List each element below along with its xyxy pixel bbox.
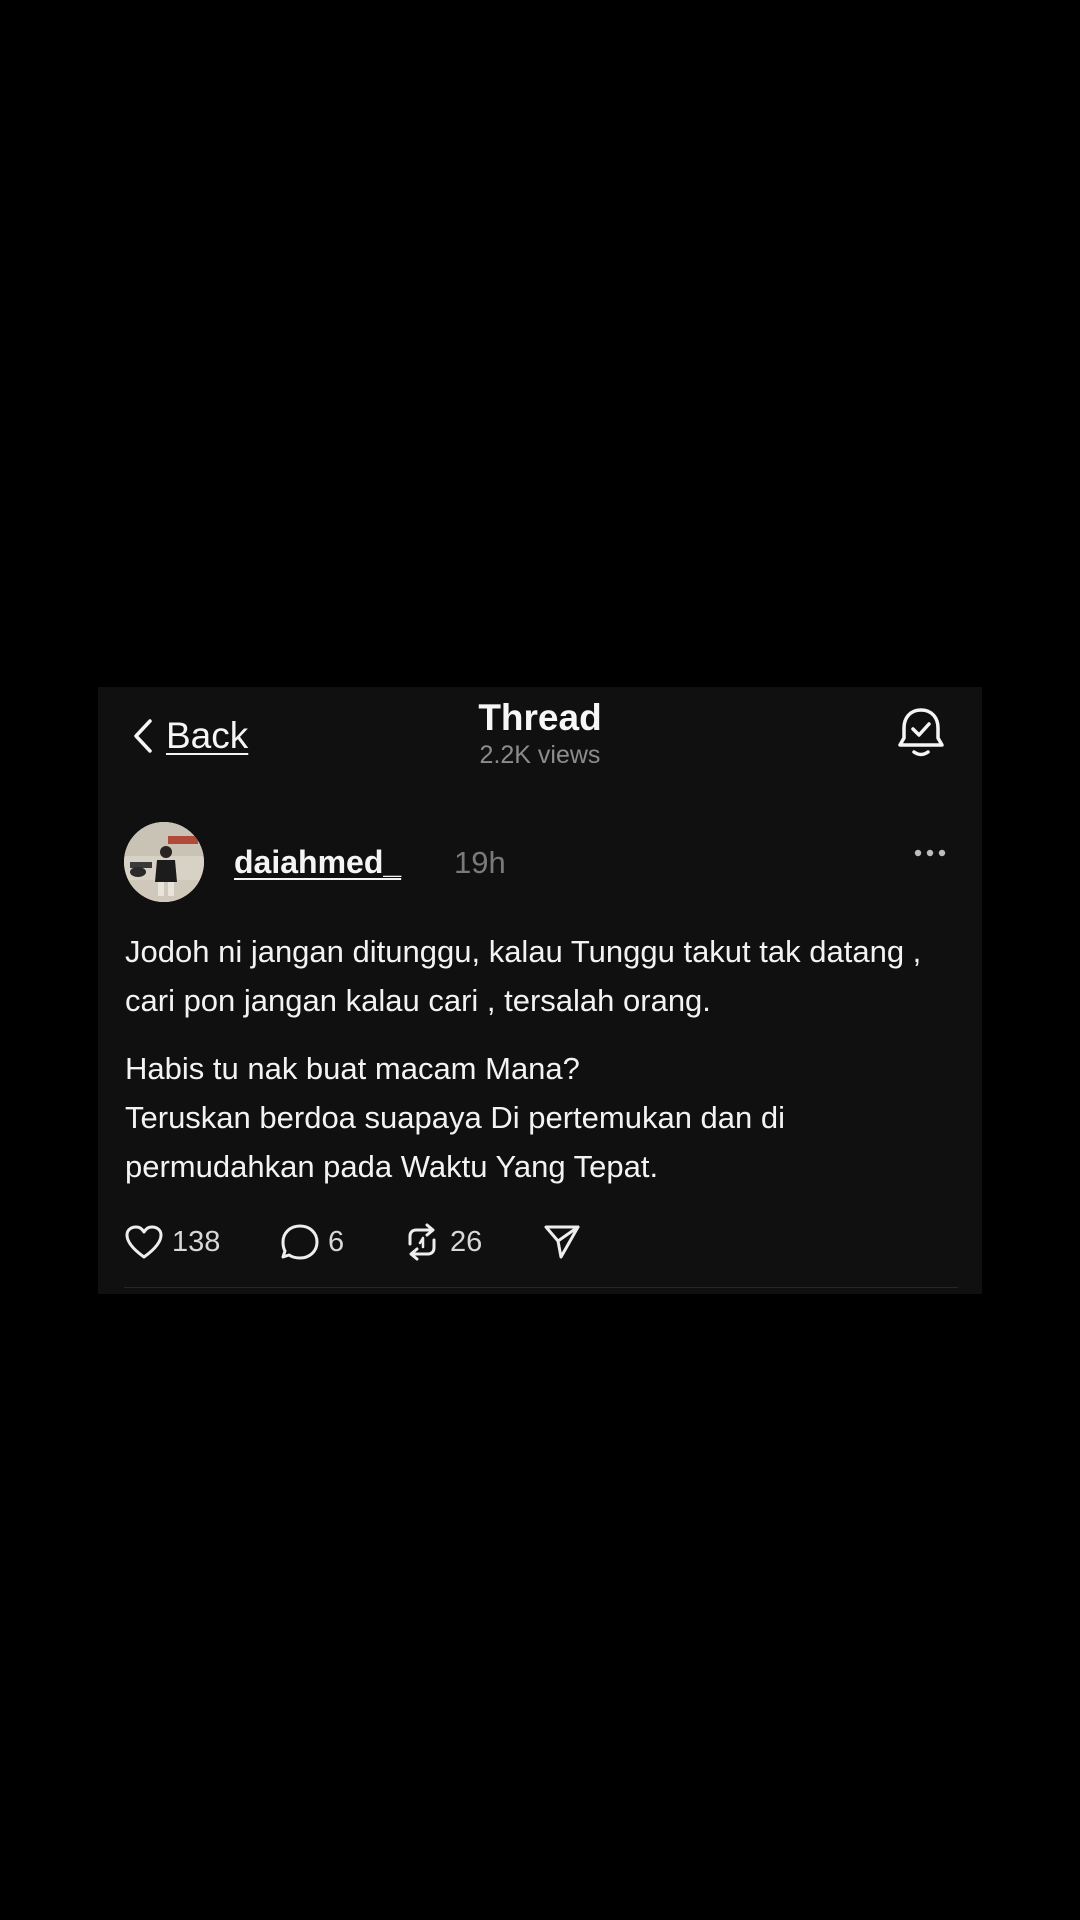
divider bbox=[124, 1287, 958, 1288]
reply-count: 6 bbox=[328, 1225, 345, 1258]
post-header: daiahmed_ 19h bbox=[124, 822, 956, 904]
post-time: 19h bbox=[454, 845, 506, 880]
share-button[interactable] bbox=[542, 1223, 582, 1261]
reply-button[interactable]: 6 bbox=[280, 1223, 402, 1261]
username-link[interactable]: daiahmed_ bbox=[234, 844, 401, 881]
send-icon bbox=[542, 1223, 582, 1261]
post-paragraph: Jodoh ni jangan ditunggu, kalau Tunggu t… bbox=[125, 934, 922, 1018]
views-count: 2.2K views bbox=[479, 741, 601, 769]
like-count: 138 bbox=[172, 1225, 221, 1258]
title-block: Thread 2.2K views bbox=[98, 697, 982, 771]
ellipsis-icon bbox=[914, 848, 946, 858]
post-paragraph: Habis tu nak buat macam Mana? bbox=[125, 1051, 580, 1086]
repost-icon bbox=[402, 1222, 442, 1262]
bell-check-icon bbox=[896, 705, 946, 761]
heart-icon bbox=[124, 1224, 164, 1260]
post-paragraph: Teruskan berdoa suapaya Di pertemukan da… bbox=[125, 1100, 786, 1184]
thread-header: Back Thread 2.2K views bbox=[98, 687, 982, 787]
repost-button[interactable]: 26 bbox=[402, 1222, 542, 1262]
post-actions: 138 6 26 bbox=[124, 1217, 582, 1267]
thread-card: Back Thread 2.2K views daiahmed_ 19h Jod… bbox=[98, 687, 982, 1294]
more-options-button[interactable] bbox=[914, 848, 946, 858]
page-title: Thread bbox=[478, 697, 602, 738]
speech-bubble-icon bbox=[280, 1223, 320, 1261]
repost-count: 26 bbox=[450, 1225, 483, 1258]
notification-button[interactable] bbox=[896, 705, 946, 761]
post-body: Jodoh ni jangan ditunggu, kalau Tunggu t… bbox=[125, 927, 942, 1191]
like-button[interactable]: 138 bbox=[124, 1224, 280, 1260]
avatar[interactable] bbox=[124, 822, 204, 902]
